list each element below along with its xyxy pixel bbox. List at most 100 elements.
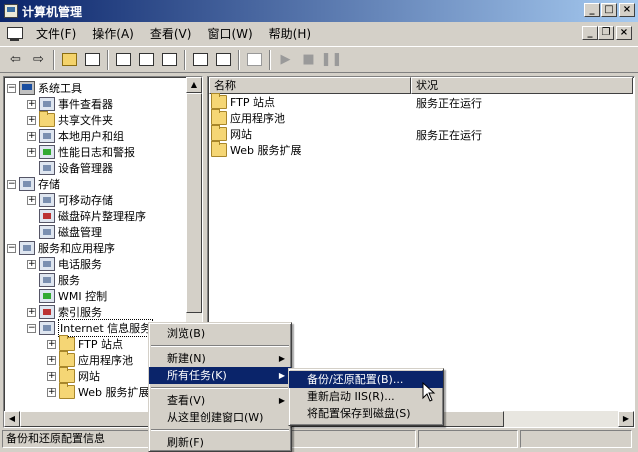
list-item[interactable]: 网站	[211, 125, 252, 142]
list-item-status: 服务正在运行	[416, 129, 482, 142]
tree-item[interactable]: 设备管理器	[39, 160, 113, 176]
tree-item[interactable]: + 网站	[47, 367, 100, 384]
scroll-left-icon[interactable]: ◀	[4, 411, 20, 427]
folder-icon	[211, 93, 227, 109]
wmi-icon	[39, 289, 55, 303]
removable-storage-icon	[39, 193, 55, 207]
indexing-icon	[39, 305, 55, 319]
folder-icon	[59, 351, 75, 367]
back-arrow-icon[interactable]: ⇦	[4, 49, 27, 71]
folder-icon	[211, 125, 227, 141]
list-item[interactable]: 应用程序池	[211, 109, 285, 126]
up-folder-icon[interactable]	[58, 49, 81, 71]
maximize-button[interactable]: □	[601, 3, 617, 17]
computer-icon[interactable]	[243, 49, 266, 71]
child-minimize-button[interactable]: _	[582, 26, 598, 40]
folder-icon	[211, 141, 227, 157]
shared-folder-icon	[39, 111, 55, 127]
telephony-icon	[39, 257, 55, 271]
menu-item-browse[interactable]: 浏览(B)	[149, 325, 291, 342]
title-bar: 计算机管理	[0, 0, 638, 22]
iis-icon	[39, 321, 55, 335]
folder-icon	[211, 109, 227, 125]
forward-arrow-icon[interactable]: ⇨	[27, 49, 50, 71]
menu-window[interactable]: 窗口(W)	[199, 24, 260, 44]
tree-item[interactable]: + 共享文件夹	[27, 111, 113, 128]
list-item[interactable]: Web 服务扩展	[211, 141, 301, 158]
list-item[interactable]: FTP 站点	[211, 93, 275, 110]
status-bar: 备份和还原配置信息	[0, 429, 638, 449]
properties-icon[interactable]	[112, 49, 135, 71]
tree-item[interactable]: 磁盘碎片整理程序	[39, 208, 146, 224]
tree-item[interactable]: + FTP 站点	[47, 335, 123, 352]
menu-item-all-tasks[interactable]: 所有任务(K) ▶	[149, 367, 291, 384]
services-icon	[39, 273, 55, 287]
tree-item[interactable]: WMI 控制	[39, 288, 107, 304]
disk-management-icon	[39, 225, 55, 239]
refresh-icon[interactable]	[135, 49, 158, 71]
stop-icon[interactable]: ■	[297, 49, 320, 71]
folder-icon	[59, 383, 75, 399]
column-header-status[interactable]: 状况	[411, 77, 633, 94]
menu-item-save-config[interactable]: 将配置保存到磁盘(S)	[289, 405, 443, 422]
device-manager-icon	[39, 161, 55, 175]
scroll-right-icon[interactable]: ▶	[618, 411, 634, 427]
menu-file[interactable]: 文件(F)	[28, 24, 84, 44]
tree-item-services-apps[interactable]: − 服务和应用程序	[7, 240, 115, 256]
tree-item[interactable]: 磁盘管理	[39, 224, 102, 240]
folder-icon	[59, 367, 75, 383]
tree-item[interactable]: + 性能日志和警报	[27, 144, 135, 160]
event-viewer-icon	[39, 97, 55, 111]
menu-help[interactable]: 帮助(H)	[261, 24, 319, 44]
submenu-arrow-icon: ▶	[278, 354, 285, 363]
menu-item-refresh[interactable]: 刷新(F)	[149, 434, 291, 451]
menu-action[interactable]: 操作(A)	[84, 24, 142, 44]
tree-item[interactable]: + 本地用户和组	[27, 128, 124, 144]
menu-bar: 文件(F) 操作(A) 查看(V) 窗口(W) 帮助(H)	[0, 22, 638, 46]
tree-item[interactable]: + 事件查看器	[27, 96, 113, 112]
tree-item[interactable]: + 可移动存储	[27, 192, 113, 208]
column-header-name[interactable]: 名称	[209, 77, 411, 94]
folder-icon	[59, 335, 75, 351]
menu-item-new[interactable]: 新建(N) ▶	[149, 350, 291, 367]
tree-item-storage[interactable]: − 存储	[7, 176, 60, 192]
minimize-button[interactable]: _	[584, 3, 600, 17]
menu-item-view[interactable]: 查看(V) ▶	[149, 392, 291, 409]
computer-icon	[19, 81, 35, 95]
tree-item[interactable]: + 应用程序池	[47, 351, 133, 368]
tree-item[interactable]: + 索引服务	[27, 304, 102, 320]
storage-icon	[19, 177, 35, 191]
context-menu: 浏览(B) 新建(N) ▶ 所有任务(K) ▶ 查看(V) ▶ 从这里创建窗口(W) …	[148, 322, 292, 452]
play-icon[interactable]: ▶	[274, 49, 297, 71]
tree-item[interactable]: + 电话服务	[27, 256, 102, 272]
close-button[interactable]: ×	[619, 3, 635, 17]
all-tasks-submenu: 备份/还原配置(B)... 重新启动 IIS(R)... 将配置保存到磁盘(S)	[288, 368, 444, 426]
users-icon	[39, 129, 55, 143]
list-item-status: 服务正在运行	[416, 97, 482, 110]
tree-item-iis[interactable]: − Internet 信息服务	[27, 319, 154, 337]
child-restore-button[interactable]: ❐	[598, 26, 614, 40]
submenu-arrow-icon: ▶	[278, 371, 285, 380]
child-close-button[interactable]: ×	[616, 26, 632, 40]
tree-item[interactable]: 服务	[39, 272, 80, 288]
pause-icon[interactable]: ❚❚	[320, 49, 343, 71]
menu-item-new-window[interactable]: 从这里创建窗口(W)	[149, 409, 291, 426]
submenu-arrow-icon: ▶	[278, 396, 285, 405]
console-icon[interactable]	[6, 26, 24, 42]
menu-item-backup-restore[interactable]: 备份/还原配置(B)...	[289, 371, 443, 388]
scroll-up-icon[interactable]: ▲	[186, 77, 202, 93]
defrag-icon	[39, 209, 55, 223]
menu-view[interactable]: 查看(V)	[142, 24, 200, 44]
tree-item[interactable]: + Web 服务扩展	[47, 383, 149, 400]
scroll-thumb[interactable]	[186, 93, 202, 313]
help-icon[interactable]	[189, 49, 212, 71]
services-apps-icon	[19, 241, 35, 255]
menu-item-restart-iis[interactable]: 重新启动 IIS(R)...	[289, 388, 443, 405]
status-panel	[520, 430, 632, 448]
show-hide-tree-icon[interactable]	[81, 49, 104, 71]
window-title: 计算机管理	[22, 4, 83, 19]
toolbar: ⇦ ⇨ ▶ ■ ❚❚	[0, 46, 638, 73]
tree-item-system-tools[interactable]: − 系统工具	[7, 80, 82, 96]
export-list-icon[interactable]	[158, 49, 181, 71]
console-tree-icon[interactable]	[212, 49, 235, 71]
